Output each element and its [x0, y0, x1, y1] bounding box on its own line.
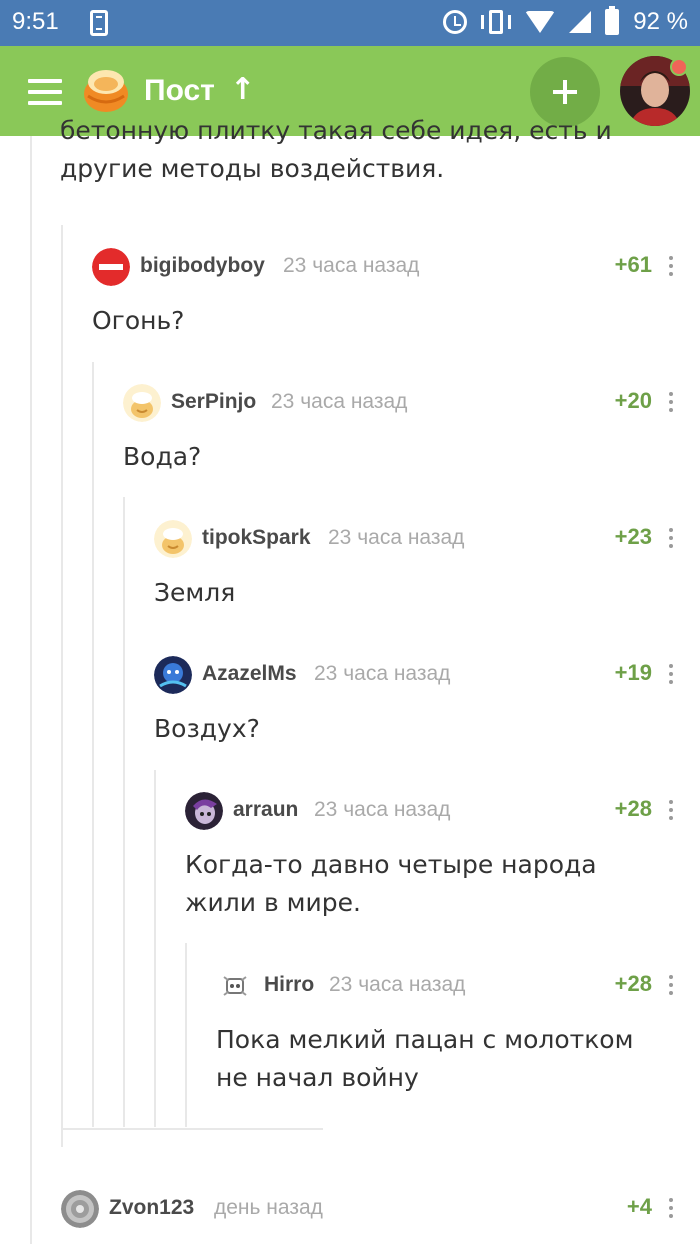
comment-rating: +23	[614, 524, 652, 549]
avatar[interactable]	[154, 520, 192, 558]
thread-end-line	[61, 1128, 323, 1130]
status-icons: 92 %	[443, 6, 688, 36]
scroll-up-icon[interactable]: ↑	[230, 72, 255, 107]
comment-text-line: Земля	[154, 578, 236, 607]
menu-icon[interactable]	[28, 79, 62, 105]
alarm-icon	[443, 10, 468, 34]
comment-text-line: не начал войну	[216, 1063, 419, 1092]
avatar[interactable]	[185, 792, 223, 830]
comment-time[interactable]: 23 часа назад	[329, 973, 465, 997]
battery-icon	[605, 6, 620, 35]
comment-text: Земля	[154, 574, 235, 612]
more-icon[interactable]	[668, 254, 674, 278]
comment-author[interactable]: Zvon123	[109, 1196, 194, 1220]
avatar[interactable]	[123, 384, 161, 422]
avatar[interactable]	[154, 656, 192, 694]
comment-text-line: жили в мире.	[185, 888, 361, 917]
comment-text: Огонь?	[92, 302, 184, 340]
comment-rating: +28	[614, 971, 652, 996]
comment-text: Воздух?	[154, 710, 260, 748]
comment-text: Вода?	[123, 438, 201, 476]
comment-time[interactable]: 23 часа назад	[328, 526, 464, 550]
comment-author[interactable]: Hirro	[264, 973, 314, 997]
more-icon[interactable]	[668, 798, 674, 822]
post-text-line: другие методы воздействия.	[60, 154, 445, 183]
avatar[interactable]	[61, 1190, 99, 1228]
battery-percent: 92 %	[633, 8, 688, 35]
thread-line[interactable]	[185, 943, 187, 1127]
comment-rating: +28	[614, 796, 652, 821]
thread-line[interactable]	[30, 136, 32, 1244]
comment-rating: +61	[614, 252, 652, 277]
comment: Zvon123 день назад +4	[61, 1188, 700, 1238]
more-icon[interactable]	[668, 1196, 674, 1220]
comment-rating: +19	[614, 660, 652, 685]
comment-author[interactable]: arraun	[233, 798, 298, 822]
comment-header: tipokSpark 23 часа назад +23	[154, 518, 700, 558]
comment-text-line: Пока мелкий пацан с молотком	[216, 1025, 634, 1054]
signal-icon	[569, 11, 592, 33]
comment-time[interactable]: день назад	[214, 1196, 323, 1220]
notification-dot	[670, 58, 688, 76]
comment: bigibodyboy 23 часа назад +61 Огонь?	[92, 246, 700, 346]
comment: tipokSpark 23 часа назад +23 Земля	[154, 518, 700, 618]
comment-rating: +4	[626, 1194, 652, 1219]
thread-line[interactable]	[123, 497, 125, 1127]
comment-text-line: Вода?	[123, 442, 202, 471]
thread-line[interactable]	[92, 362, 94, 1127]
comment-text: Когда-то давно четыре народа жили в мире…	[185, 846, 597, 922]
avatar[interactable]	[92, 248, 130, 286]
comment-author[interactable]: tipokSpark	[202, 526, 311, 550]
comment-header: Zvon123 день назад +4	[61, 1188, 700, 1228]
comment-rating: +20	[614, 388, 652, 413]
comment-text: Пока мелкий пацан с молотком не начал во…	[216, 1021, 633, 1097]
status-time: 9:51	[12, 8, 59, 35]
comment: SerPinjo 23 часа назад +20 Вода?	[123, 382, 700, 482]
more-icon[interactable]	[668, 526, 674, 550]
more-icon[interactable]	[668, 390, 674, 414]
thread-line[interactable]	[154, 770, 156, 1127]
logo-icon[interactable]	[80, 64, 132, 116]
avatar[interactable]	[216, 967, 254, 1005]
comment-time[interactable]: 23 часа назад	[283, 254, 419, 278]
comment-time[interactable]: 23 часа назад	[271, 390, 407, 414]
post-text: бетонную плитку такая себе идея, есть и …	[60, 112, 660, 188]
wifi-icon	[525, 11, 556, 33]
page-title[interactable]: Пост	[144, 74, 215, 108]
comment: arraun 23 часа назад +28 Когда-то давно …	[185, 790, 700, 930]
comment-author[interactable]: AzazelMs	[202, 662, 297, 686]
post-text-line: бетонную плитку такая себе идея, есть и	[60, 116, 612, 145]
comment-time[interactable]: 23 часа назад	[314, 798, 450, 822]
comment-header: AzazelMs 23 часа назад +19	[154, 654, 700, 694]
thread-line[interactable]	[61, 225, 63, 1147]
vibrate-icon	[481, 10, 512, 34]
phone-icon	[90, 10, 108, 36]
comment-time[interactable]: 23 часа назад	[314, 662, 450, 686]
comment-text-line: Воздух?	[154, 714, 260, 743]
comment-text-line: Огонь?	[92, 306, 185, 335]
comment-author[interactable]: SerPinjo	[171, 390, 256, 414]
comment: Hirro 23 часа назад +28 Пока мелкий паца…	[216, 965, 700, 1105]
comment-text-line: Когда-то давно четыре народа	[185, 850, 597, 879]
comment-header: bigibodyboy 23 часа назад +61	[92, 246, 700, 286]
comment-header: Hirro 23 часа назад +28	[216, 965, 700, 1005]
more-icon[interactable]	[668, 973, 674, 997]
more-icon[interactable]	[668, 662, 674, 686]
comment-header: SerPinjo 23 часа назад +20	[123, 382, 700, 422]
comment-author[interactable]: bigibodyboy	[140, 254, 265, 278]
status-bar: 9:51 92 %	[0, 0, 700, 46]
comment-header: arraun 23 часа назад +28	[185, 790, 700, 830]
comment: AzazelMs 23 часа назад +19 Воздух?	[154, 654, 700, 754]
